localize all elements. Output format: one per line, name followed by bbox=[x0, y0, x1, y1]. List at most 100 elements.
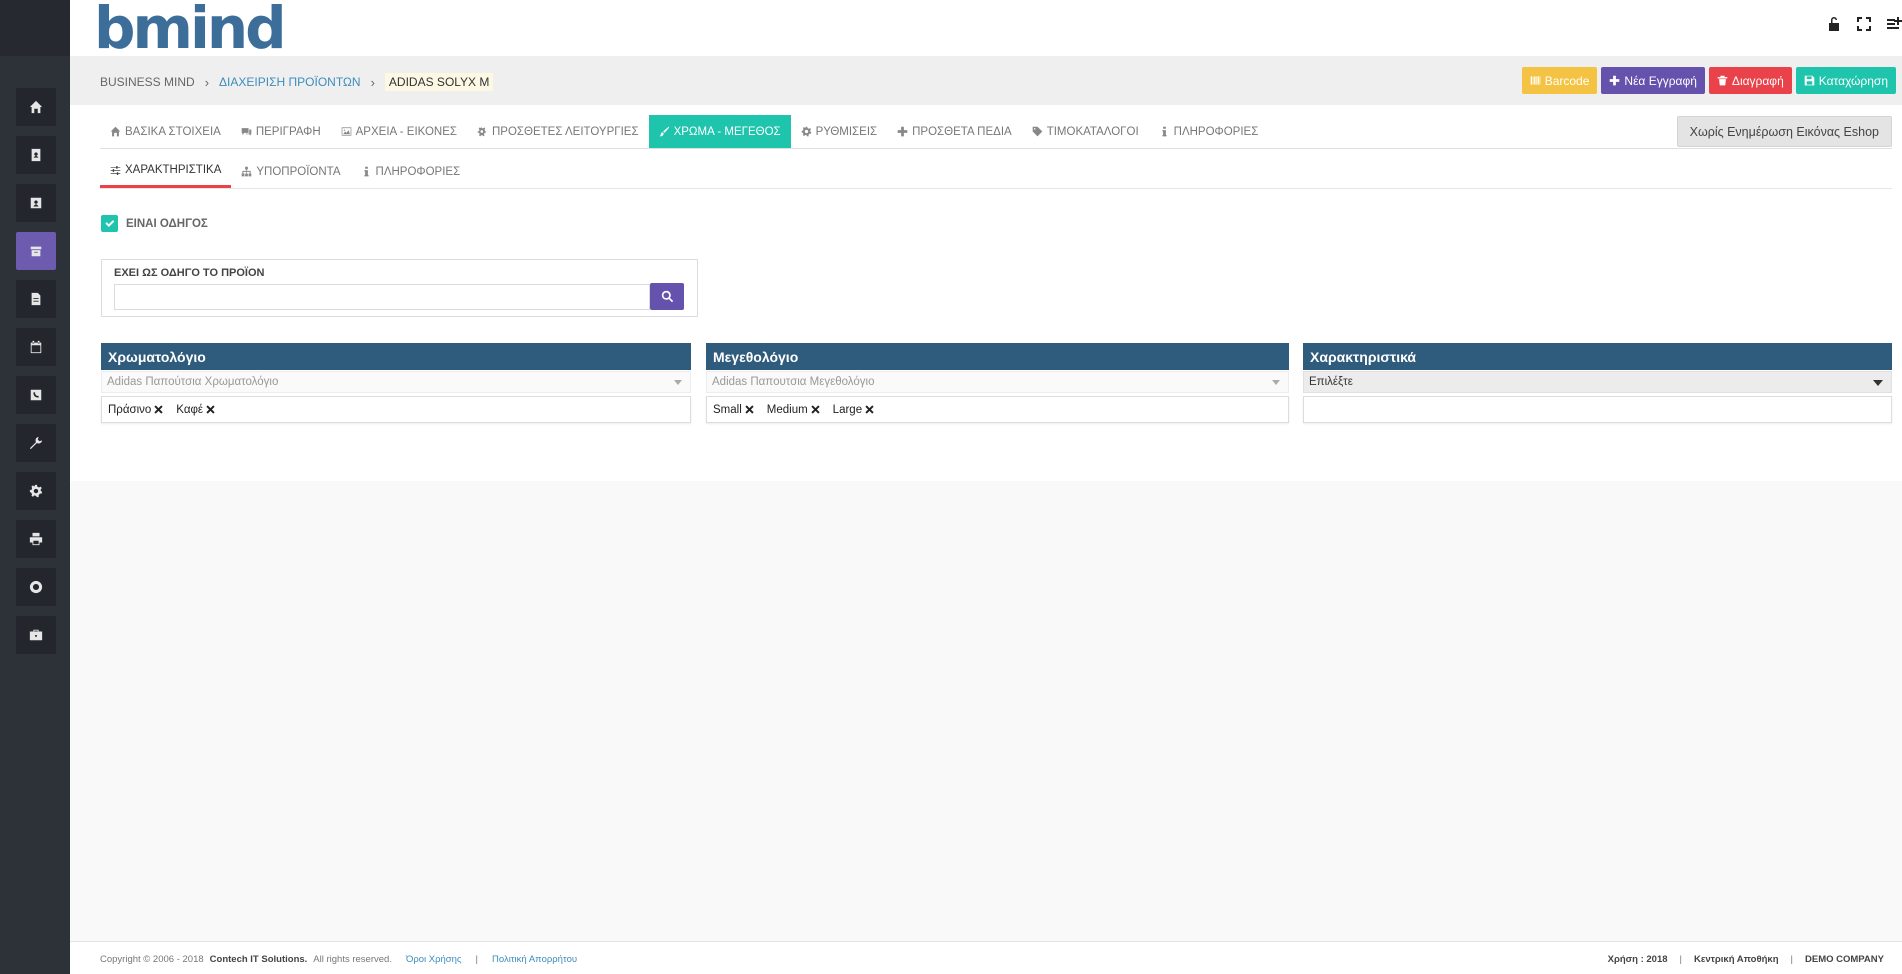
calendar-icon bbox=[30, 340, 42, 354]
tab-extra-fields[interactable]: ΠΡΟΣΘΕΤΑ ΠΕΔΙΑ bbox=[887, 115, 1022, 148]
feature-tags[interactable] bbox=[1303, 396, 1892, 423]
remove-tag-icon[interactable] bbox=[744, 404, 755, 415]
header-tools bbox=[1826, 16, 1902, 32]
subtab-subproducts[interactable]: ΥΠΟΠΡΟΪΟΝΤΑ bbox=[231, 155, 350, 188]
comments-icon bbox=[241, 128, 252, 136]
home-icon bbox=[29, 100, 43, 114]
sidebar-products-button[interactable] bbox=[16, 232, 56, 270]
tab-label: ΠΡΟΣΘΕΤΕΣ ΛΕΙΤΟΥΡΓΙΕΣ bbox=[491, 125, 639, 138]
subtabs-divider bbox=[100, 188, 1892, 189]
tab-basic-info[interactable]: ΒΑΣΙΚΑ ΣΤΟΙΧΕΙΑ bbox=[100, 115, 231, 148]
subtab-label: ΠΛΗΡΟΦΟΡΙΕΣ bbox=[375, 165, 461, 178]
color-chart-selected: Adidas Παπούτσια Χρωματολόγιο bbox=[107, 376, 279, 388]
info-icon bbox=[1162, 126, 1167, 137]
leader-product-search-button[interactable] bbox=[650, 283, 684, 310]
leader-product-label: ΕΧΕΙ ΩΣ ΟΔΗΓΟ ΤΟ ΠΡΟΪΟΝ bbox=[114, 267, 265, 279]
eshop-image-update-button[interactable]: Χωρίς Ενημέρωση Εικόνας Eshop bbox=[1676, 116, 1892, 147]
product-tabs: ΒΑΣΙΚΑ ΣΤΟΙΧΕΙΑ ΠΕΡΙΓΡΑΦΗ ΑΡΧΕΙΑ - ΕΙΚΟΝ… bbox=[100, 115, 1268, 148]
color-tags[interactable]: Πράσινο Καφέ bbox=[101, 396, 691, 423]
tab-extra-functions[interactable]: ΠΡΟΣΘΕΤΕΣ ΛΕΙΤΟΥΡΓΙΕΣ bbox=[467, 115, 649, 148]
color-chart-select[interactable]: Adidas Παπούτσια Χρωματολόγιο bbox=[101, 371, 691, 393]
subtab-information[interactable]: ΠΛΗΡΟΦΟΡΙΕΣ bbox=[351, 155, 471, 188]
tab-color-size[interactable]: ΧΡΩΜΑ - ΜΕΓΕΘΟΣ bbox=[648, 115, 791, 148]
action-buttons: Barcode Νέα Εγγραφή Διαγραφή Καταχώρηση bbox=[1521, 67, 1896, 94]
sidebar-phone-button[interactable] bbox=[16, 376, 56, 414]
tab-files-images[interactable]: ΑΡΧΕΙΑ - ΕΙΚΟΝΕΣ bbox=[331, 115, 467, 148]
size-tags[interactable]: Small Medium Large bbox=[706, 396, 1289, 423]
delete-button[interactable]: Διαγραφή bbox=[1708, 67, 1792, 94]
archive-icon bbox=[30, 246, 42, 257]
sidebar-toolbox-button[interactable] bbox=[16, 616, 56, 654]
tab-information[interactable]: ΠΛΗΡΟΦΟΡΙΕΣ bbox=[1149, 115, 1269, 148]
menu-add-icon[interactable] bbox=[1886, 16, 1902, 32]
fullscreen-icon[interactable] bbox=[1856, 16, 1872, 32]
breadcrumb-root[interactable]: BUSINESS MIND bbox=[100, 75, 195, 89]
search-icon bbox=[661, 290, 673, 303]
main-content: ΒΑΣΙΚΑ ΣΤΟΙΧΕΙΑ ΠΕΡΙΓΡΑΦΗ ΑΡΧΕΙΑ - ΕΙΚΟΝ… bbox=[70, 105, 1902, 481]
remove-tag-icon[interactable] bbox=[864, 404, 875, 415]
sidebar bbox=[0, 0, 70, 974]
breadcrumb-separator-icon: › bbox=[370, 74, 375, 90]
footer-separator: | bbox=[1679, 954, 1683, 965]
tab-price-lists[interactable]: ΤΙΜΟΚΑΤΑΛΟΓΟΙ bbox=[1022, 115, 1149, 148]
caret-down-icon bbox=[1272, 380, 1280, 385]
breadcrumb-separator-icon: › bbox=[204, 74, 210, 90]
info-icon bbox=[363, 166, 369, 177]
gear-icon bbox=[801, 126, 811, 137]
sidebar-calendar-button[interactable] bbox=[16, 328, 56, 366]
new-record-button-label: Νέα Εγγραφή bbox=[1624, 73, 1697, 88]
tab-label: ΧΡΩΜΑ - ΜΕΓΕΘΟΣ bbox=[673, 125, 781, 138]
sidebar-home-button[interactable] bbox=[16, 88, 56, 126]
sidebar-contacts-button[interactable] bbox=[16, 136, 56, 174]
sidebar-documents-button[interactable] bbox=[16, 280, 56, 318]
tab-description[interactable]: ΠΕΡΙΓΡΑΦΗ bbox=[231, 115, 331, 148]
sidebar-settings-button[interactable] bbox=[16, 472, 56, 510]
sliders-icon bbox=[110, 165, 121, 175]
tabs-divider bbox=[100, 148, 1892, 149]
tag-label: Large bbox=[832, 403, 863, 416]
features-select[interactable]: Επιλέξτε bbox=[1303, 371, 1892, 393]
plus-icon bbox=[897, 126, 908, 137]
fiscal-year[interactable]: Χρήση : 2018 bbox=[1608, 954, 1668, 965]
sidebar-tools-button[interactable] bbox=[16, 424, 56, 462]
sidebar-customers-button[interactable] bbox=[16, 184, 56, 222]
tab-settings[interactable]: ΡΥΘΜΙΣΕΙΣ bbox=[791, 115, 888, 148]
privacy-link[interactable]: Πολιτική Απορρήτου bbox=[492, 954, 577, 965]
remove-tag-icon[interactable] bbox=[153, 404, 164, 415]
barcode-button[interactable]: Barcode bbox=[1521, 67, 1598, 94]
phone-icon bbox=[30, 389, 42, 401]
is-leader-checkbox[interactable] bbox=[101, 215, 118, 232]
caret-down-icon bbox=[674, 380, 682, 385]
top-header: bmind bbox=[70, 0, 1902, 62]
save-button[interactable]: Καταχώρηση bbox=[1795, 67, 1896, 94]
unlock-icon[interactable] bbox=[1826, 16, 1842, 32]
sidebar-print-button[interactable] bbox=[16, 520, 56, 558]
company-name[interactable]: DEMO COMPANY bbox=[1805, 954, 1884, 965]
remove-tag-icon[interactable] bbox=[810, 404, 821, 415]
app-logo[interactable]: bmind bbox=[94, 0, 287, 62]
size-chart-title: Μεγεθολόγιο bbox=[706, 343, 1289, 370]
subtab-characteristics[interactable]: ΧΑΡΑΚΤΗΡΙΣΤΙΚΑ bbox=[100, 155, 232, 188]
sidebar-support-button[interactable] bbox=[16, 568, 56, 606]
address-book-icon bbox=[31, 148, 41, 162]
leader-product-input[interactable] bbox=[114, 284, 650, 310]
tab-label: ΠΡΟΣΘΕΤΑ ΠΕΔΙΑ bbox=[912, 125, 1012, 138]
footer-right: Χρήση : 2018 | Κεντρική Αποθήκη | DEMO C… bbox=[1608, 954, 1884, 965]
remove-tag-icon[interactable] bbox=[205, 404, 216, 415]
user-card-icon bbox=[30, 197, 42, 209]
barcode-icon bbox=[1530, 76, 1541, 85]
breadcrumb-section[interactable]: ΔΙΑΧΕΙΡΙΣΗ ΠΡΟΪΟΝΤΩΝ bbox=[219, 75, 361, 89]
size-chart-select[interactable]: Adidas Παπουτσια Μεγεθολόγιο bbox=[706, 371, 1289, 393]
footer-company: Contech IT Solutions. bbox=[209, 954, 308, 965]
new-record-button[interactable]: Νέα Εγγραφή bbox=[1601, 67, 1705, 94]
warehouse[interactable]: Κεντρική Αποθήκη bbox=[1694, 954, 1779, 965]
footer-copyright: Copyright © 2006 - 2018 bbox=[100, 954, 204, 965]
caret-down-icon bbox=[1873, 380, 1883, 386]
logo-text: bmind bbox=[94, 0, 287, 62]
leader-product-box: ΕΧΕΙ ΩΣ ΟΔΗΓΟ ΤΟ ΠΡΟΪΟΝ bbox=[101, 259, 698, 317]
size-chart-panel: Μεγεθολόγιο Adidas Παπουτσια Μεγεθολόγιο… bbox=[706, 343, 1289, 423]
file-icon bbox=[31, 292, 41, 306]
tag-item: Πράσινο bbox=[108, 404, 164, 416]
color-chart-panel: Χρωματολόγιο Adidas Παπούτσια Χρωματολόγ… bbox=[101, 343, 691, 423]
terms-link[interactable]: Όροι Χρήσης bbox=[406, 954, 462, 965]
